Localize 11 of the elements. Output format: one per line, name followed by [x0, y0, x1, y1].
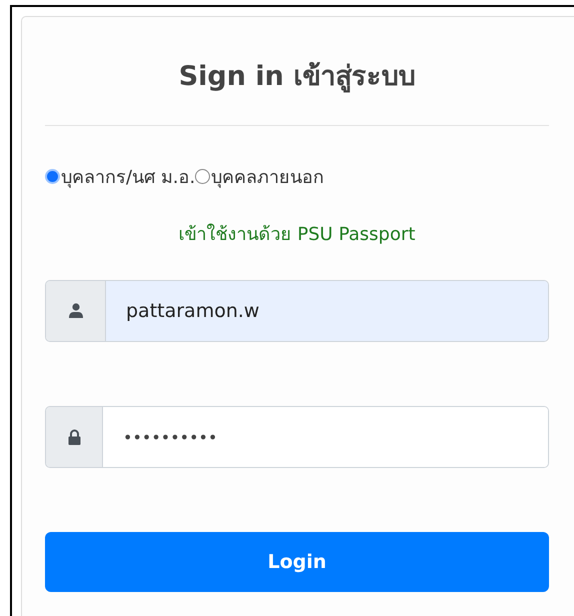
password-field[interactable]: •••••••••• — [45, 406, 549, 468]
radio-button[interactable] — [45, 169, 60, 184]
title: Sign in เข้าสู่ระบบ — [178, 60, 416, 94]
radio-button[interactable] — [195, 169, 210, 184]
hint-text: เข้าใช้งานด้วย PSU Passport — [178, 222, 416, 247]
login-button[interactable]: Login — [45, 532, 549, 592]
username-field[interactable]: pattaramon.w — [45, 280, 549, 342]
lock-icon — [68, 429, 80, 445]
user-icon — [68, 303, 82, 319]
radio-option[interactable]: บุคคลภายนอก — [195, 162, 324, 191]
radio-option[interactable]: บุคลากร/นศ ม.อ. — [45, 162, 196, 191]
